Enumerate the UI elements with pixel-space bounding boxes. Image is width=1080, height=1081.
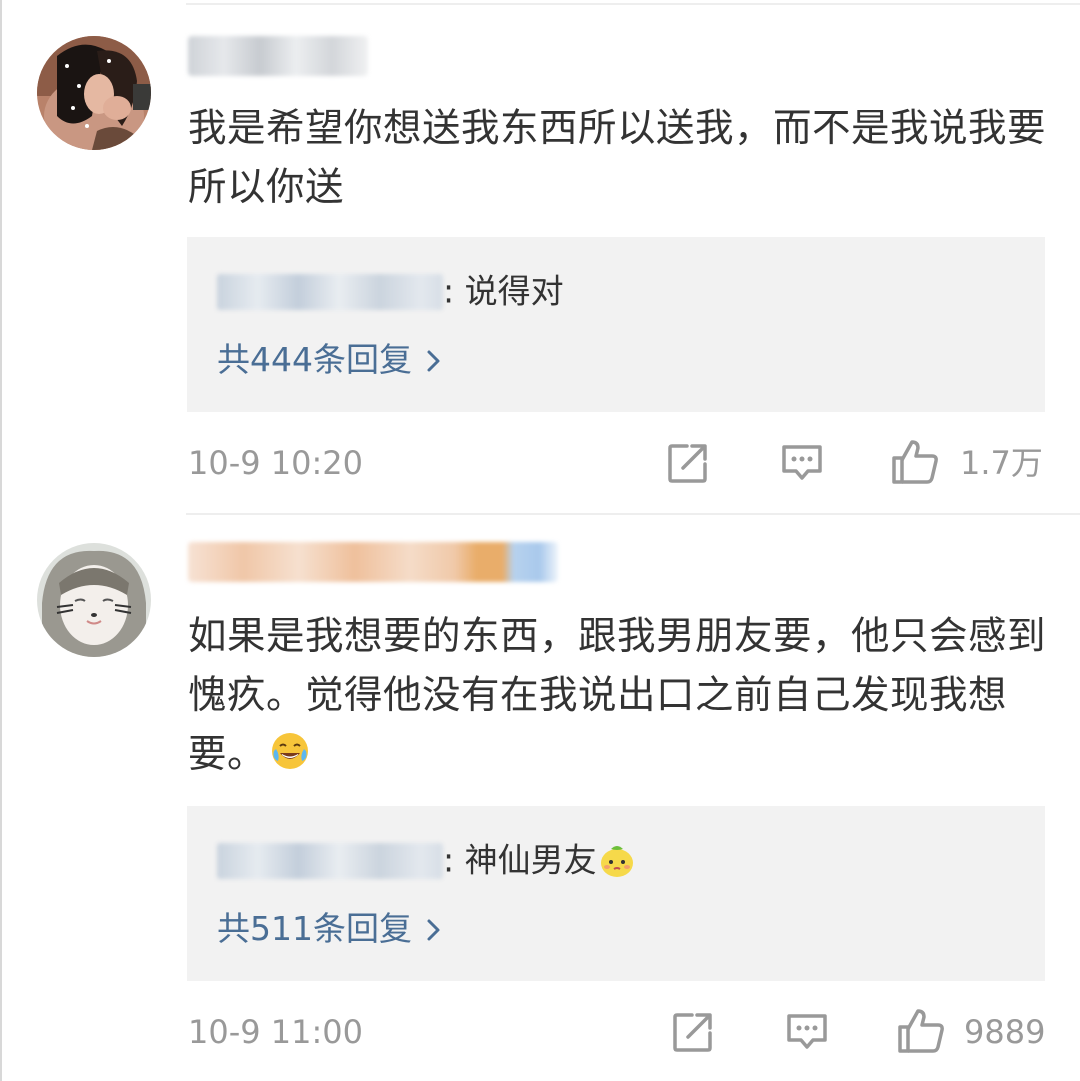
repost-icon[interactable] <box>672 1011 714 1053</box>
laughing-tears-emoji <box>272 733 309 769</box>
comment-text-content: 如果是我想要的东西，跟我男朋友要，他只会感到愧疚。觉得他没有在我说出口之前自己发… <box>188 614 1047 777</box>
comment-icon[interactable] <box>785 1012 829 1052</box>
lemon-emoji <box>600 845 633 877</box>
username-redacted[interactable] <box>188 542 558 582</box>
comment-text: 如果是我想要的东西，跟我男朋友要，他只会感到愧疚。觉得他没有在我说出口之前自己发… <box>188 607 1048 784</box>
reply-line: : 神仙男友 <box>217 836 637 882</box>
comment-time: 10-9 11:00 <box>188 1013 364 1051</box>
avatar[interactable] <box>37 543 151 657</box>
reply-text: : 神仙男友 <box>443 840 597 880</box>
view-replies-link[interactable]: 共511条回复 <box>217 906 442 952</box>
chevron-right-icon <box>427 919 440 941</box>
like-count: 9889 <box>964 1013 1046 1051</box>
view-replies-label: 共511条回复 <box>217 909 412 948</box>
reply-username-redacted[interactable] <box>217 842 443 879</box>
comment-2: 如果是我想要的东西，跟我男朋友要，他只会感到愧疚。觉得他没有在我说出口之前自己发… <box>0 0 1080 1081</box>
thumbs-up-icon[interactable] <box>896 1007 946 1055</box>
reply-preview[interactable]: : 神仙男友 共511条回复 <box>187 806 1045 981</box>
